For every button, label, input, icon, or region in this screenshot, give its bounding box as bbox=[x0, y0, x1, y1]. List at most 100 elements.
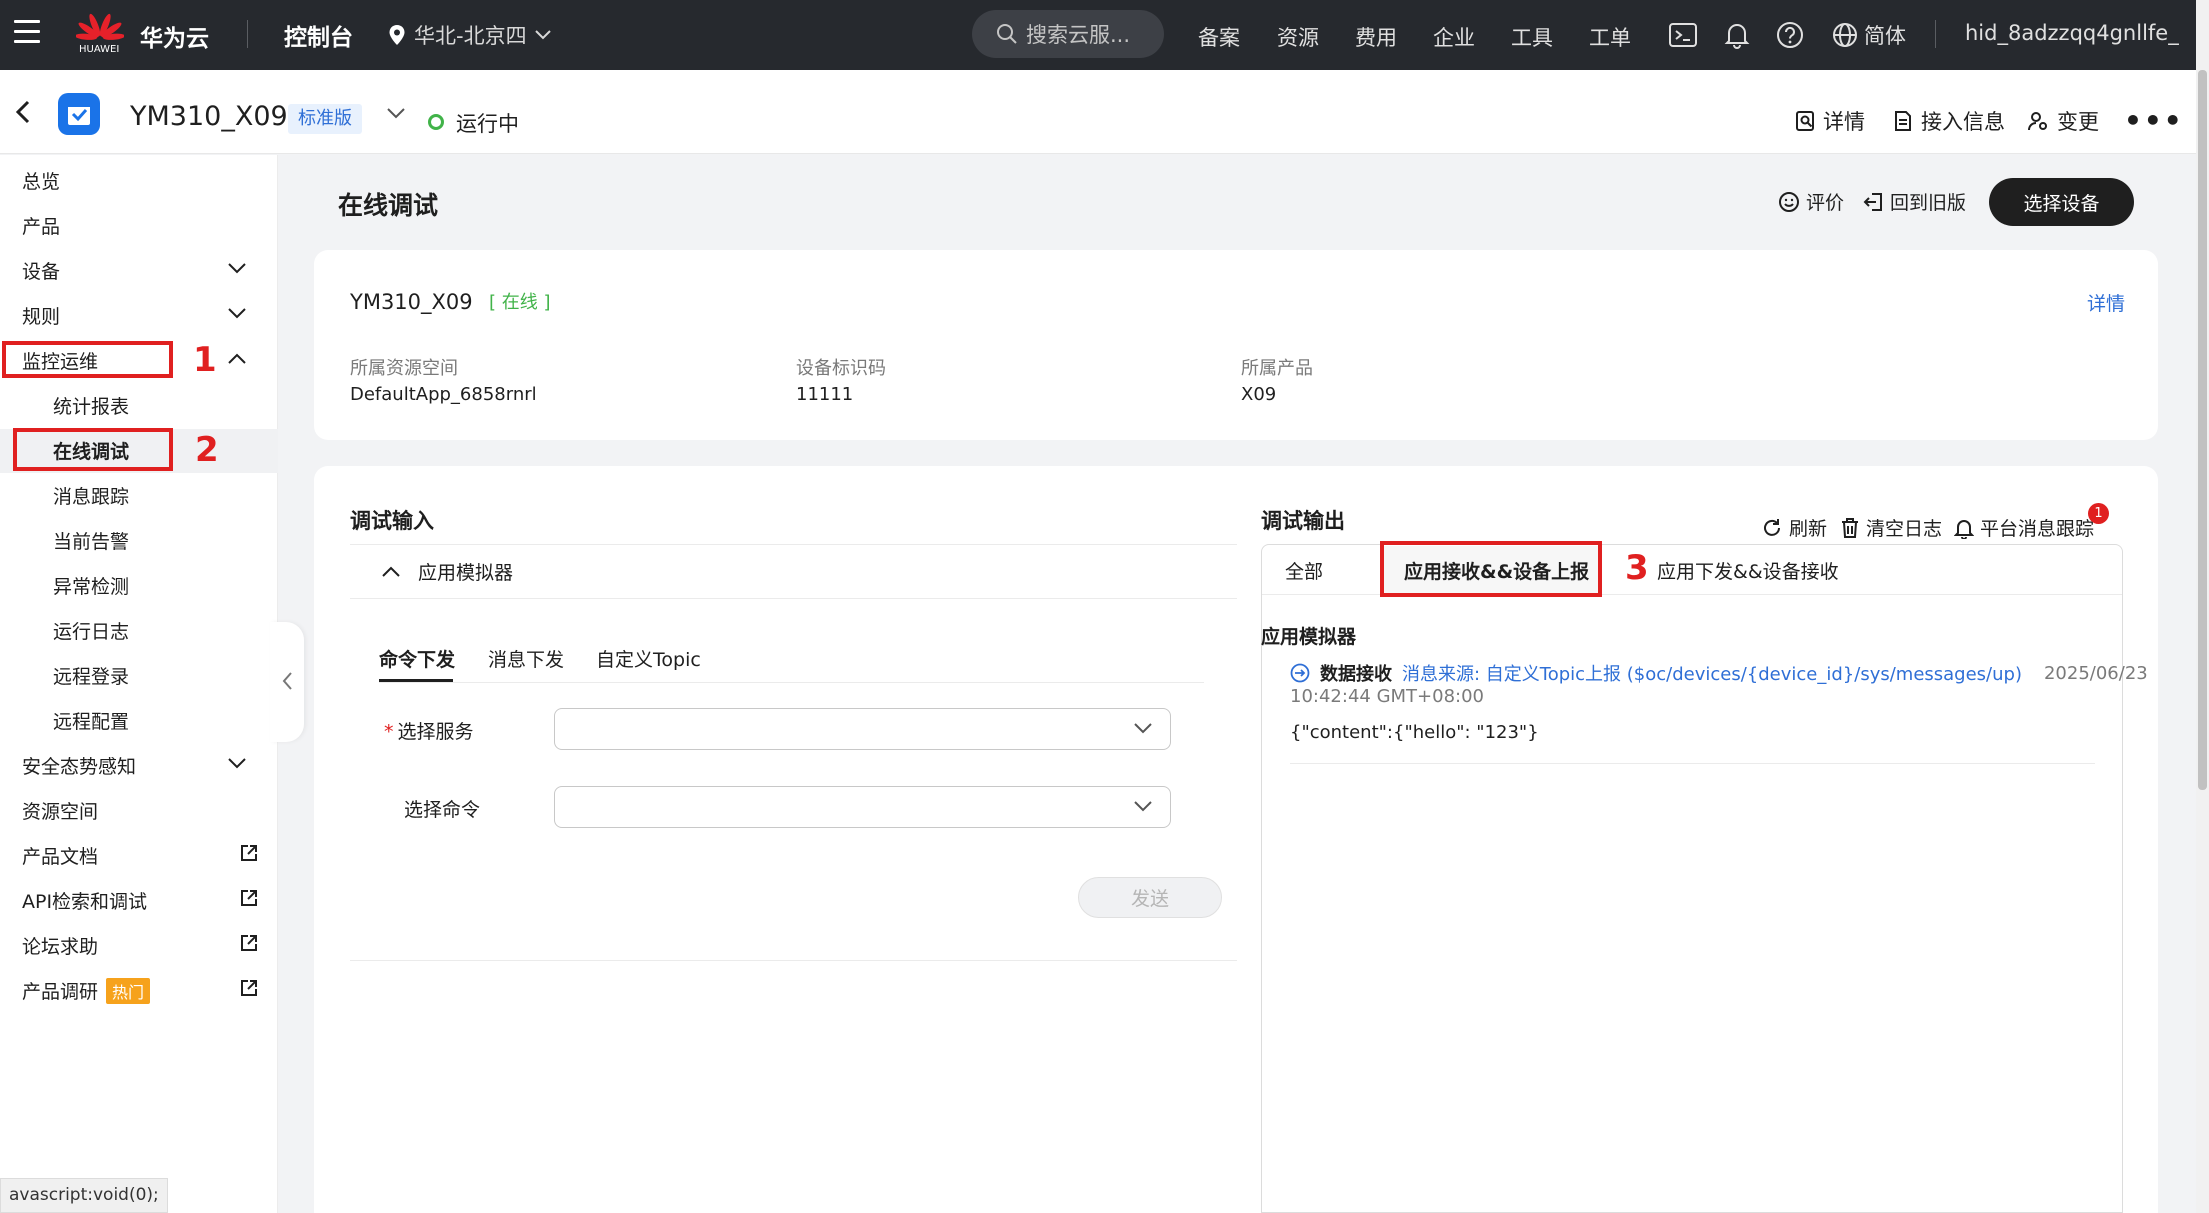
sidebar-item-current-alarms[interactable]: 当前告警 bbox=[53, 527, 129, 554]
chevron-down-icon[interactable] bbox=[387, 108, 405, 119]
command-select[interactable] bbox=[554, 786, 1171, 828]
platform-trace-label: 平台消息跟踪 bbox=[1980, 518, 2095, 540]
access-info-button[interactable]: 接入信息 bbox=[1893, 106, 2005, 136]
nav-beian[interactable]: 备案 bbox=[1198, 22, 1240, 52]
refresh-label: 刷新 bbox=[1789, 518, 1828, 540]
device-info-card bbox=[314, 250, 2158, 440]
device-id-value: 11111 bbox=[796, 384, 854, 405]
refresh-button[interactable]: 刷新 bbox=[1761, 514, 1827, 541]
sidebar-item-devices[interactable]: 设备 bbox=[22, 257, 60, 284]
sidebar-item-rules[interactable]: 规则 bbox=[22, 302, 60, 329]
sidebar-item-api-explorer[interactable]: API检索和调试 bbox=[22, 887, 147, 914]
sidebar-item-overview[interactable]: 总览 bbox=[22, 167, 60, 194]
user-settings-icon bbox=[2028, 112, 2047, 131]
product-value: X09 bbox=[1241, 384, 1277, 405]
edition-badge: 标准版 bbox=[288, 104, 362, 134]
external-link-icon[interactable] bbox=[240, 934, 258, 952]
divider bbox=[350, 960, 1237, 961]
scrollbar-thumb[interactable] bbox=[2198, 70, 2207, 790]
annotation-number-1: 1 bbox=[193, 340, 217, 380]
help-icon[interactable] bbox=[1775, 20, 1805, 50]
nav-billing[interactable]: 费用 bbox=[1355, 22, 1397, 52]
log-date: 2025/06/23 bbox=[2043, 662, 2148, 684]
sidebar-item-run-logs[interactable]: 运行日志 bbox=[53, 617, 129, 644]
details-button[interactable]: 详情 bbox=[1795, 106, 1865, 136]
send-button[interactable]: 发送 bbox=[1078, 877, 1222, 918]
page-scrollbar[interactable] bbox=[2196, 0, 2209, 1213]
nav-enterprise[interactable]: 企业 bbox=[1433, 22, 1475, 52]
hamburger-menu-icon[interactable] bbox=[14, 20, 40, 50]
sidebar-item-remote-login[interactable]: 远程登录 bbox=[53, 662, 129, 689]
bell-icon[interactable] bbox=[1722, 20, 1752, 50]
chevron-down-icon[interactable] bbox=[228, 758, 246, 769]
sidebar-item-survey[interactable]: 产品调研 热门 bbox=[22, 977, 151, 1004]
output-panel bbox=[1261, 544, 2123, 1213]
console-link[interactable]: 控制台 bbox=[284, 18, 353, 52]
old-version-button[interactable]: 回到旧版 bbox=[1862, 188, 1966, 215]
external-link-icon[interactable] bbox=[240, 979, 258, 997]
annotation-box-2 bbox=[13, 428, 173, 471]
sidebar-item-message-trace[interactable]: 消息跟踪 bbox=[53, 482, 129, 509]
chevron-down-icon bbox=[1134, 801, 1152, 812]
nav-tools[interactable]: 工具 bbox=[1511, 22, 1553, 52]
divider bbox=[379, 682, 1204, 683]
divider bbox=[247, 20, 248, 48]
clear-log-label: 清空日志 bbox=[1866, 518, 1943, 540]
nav-tickets[interactable]: 工单 bbox=[1589, 22, 1631, 52]
chevron-up-icon bbox=[382, 566, 400, 577]
device-detail-link[interactable]: 详情 bbox=[2087, 289, 2125, 316]
external-link-icon[interactable] bbox=[240, 844, 258, 862]
tab-custom-topic[interactable]: 自定义Topic bbox=[596, 645, 701, 672]
service-select[interactable] bbox=[554, 708, 1171, 750]
region-selector[interactable]: 华北-北京四 bbox=[388, 20, 551, 50]
platform-trace-button[interactable]: 平台消息跟踪 bbox=[1954, 514, 2094, 541]
tab-all[interactable]: 全部 bbox=[1285, 557, 1323, 584]
more-options-icon[interactable]: ••• bbox=[2124, 104, 2184, 137]
annotation-box-3 bbox=[1380, 541, 1602, 597]
select-device-button[interactable]: 选择设备 bbox=[1989, 178, 2134, 226]
rate-button[interactable]: 评价 bbox=[1778, 188, 1844, 215]
chevron-down-icon[interactable] bbox=[228, 263, 246, 274]
log-entry-header: 数据接收 消息来源: 自定义Topic上报 ($oc/devices/{devi… bbox=[1290, 660, 2148, 686]
cloud-shell-icon[interactable] bbox=[1668, 20, 1698, 50]
divider bbox=[1290, 763, 2095, 764]
sidebar-item-docs[interactable]: 产品文档 bbox=[22, 842, 98, 869]
iotda-app-icon bbox=[58, 93, 100, 135]
sidebar-collapse-handle[interactable] bbox=[270, 622, 304, 742]
global-search-input[interactable]: 搜索云服... bbox=[972, 10, 1164, 58]
brand-name[interactable]: 华为云 bbox=[140, 19, 209, 53]
log-source: 消息来源: 自定义Topic上报 ($oc/devices/{device_id… bbox=[1402, 664, 2022, 685]
details-label: 详情 bbox=[1823, 110, 1865, 134]
sidebar-item-remote-config[interactable]: 远程配置 bbox=[53, 707, 129, 734]
location-pin-icon bbox=[389, 25, 405, 45]
sidebar-item-security[interactable]: 安全态势感知 bbox=[22, 752, 136, 779]
sidebar-item-statistics[interactable]: 统计报表 bbox=[53, 392, 129, 419]
clear-log-button[interactable]: 清空日志 bbox=[1840, 514, 1942, 541]
language-selector[interactable]: 简体 bbox=[1832, 20, 1906, 50]
language-label: 简体 bbox=[1864, 24, 1906, 48]
tab-command[interactable]: 命令下发 bbox=[379, 645, 455, 672]
simulator-toggle[interactable]: 应用模拟器 bbox=[382, 558, 513, 585]
device-status: 运行中 bbox=[456, 112, 519, 136]
top-navigation-bar: HUAWEI 华为云 控制台 华北-北京四 搜索云服... 备案 资源 费用 企… bbox=[0, 0, 2196, 70]
debug-output-title: 调试输出 bbox=[1261, 509, 1345, 533]
sidebar-item-anomaly-detection[interactable]: 异常检测 bbox=[53, 572, 129, 599]
logo-text: HUAWEI bbox=[79, 44, 120, 55]
old-version-label: 回到旧版 bbox=[1890, 192, 1967, 214]
tab-message[interactable]: 消息下发 bbox=[488, 645, 564, 672]
sidebar: 总览 产品 设备 规则 监控运维 统计报表 在线调试 消息跟踪 当前告警 异常检… bbox=[0, 155, 278, 1213]
external-link-icon[interactable] bbox=[240, 889, 258, 907]
sidebar-item-forum[interactable]: 论坛求助 bbox=[22, 932, 98, 959]
rate-label: 评价 bbox=[1806, 192, 1845, 214]
divider bbox=[350, 544, 1237, 545]
chevron-up-icon[interactable] bbox=[228, 353, 246, 364]
tab-app-send-device-receive[interactable]: 应用下发&&设备接收 bbox=[1657, 557, 1839, 584]
sidebar-item-products[interactable]: 产品 bbox=[22, 212, 60, 239]
change-button[interactable]: 变更 bbox=[2027, 106, 2099, 136]
chevron-down-icon[interactable] bbox=[228, 308, 246, 319]
sidebar-item-resource-space[interactable]: 资源空间 bbox=[22, 797, 98, 824]
user-account[interactable]: hid_8adzzqq4gnllfe_ bbox=[1965, 21, 2179, 45]
service-label: * 选择服务 bbox=[384, 717, 474, 744]
nav-resources[interactable]: 资源 bbox=[1277, 22, 1319, 52]
back-arrow-icon[interactable] bbox=[14, 100, 32, 124]
